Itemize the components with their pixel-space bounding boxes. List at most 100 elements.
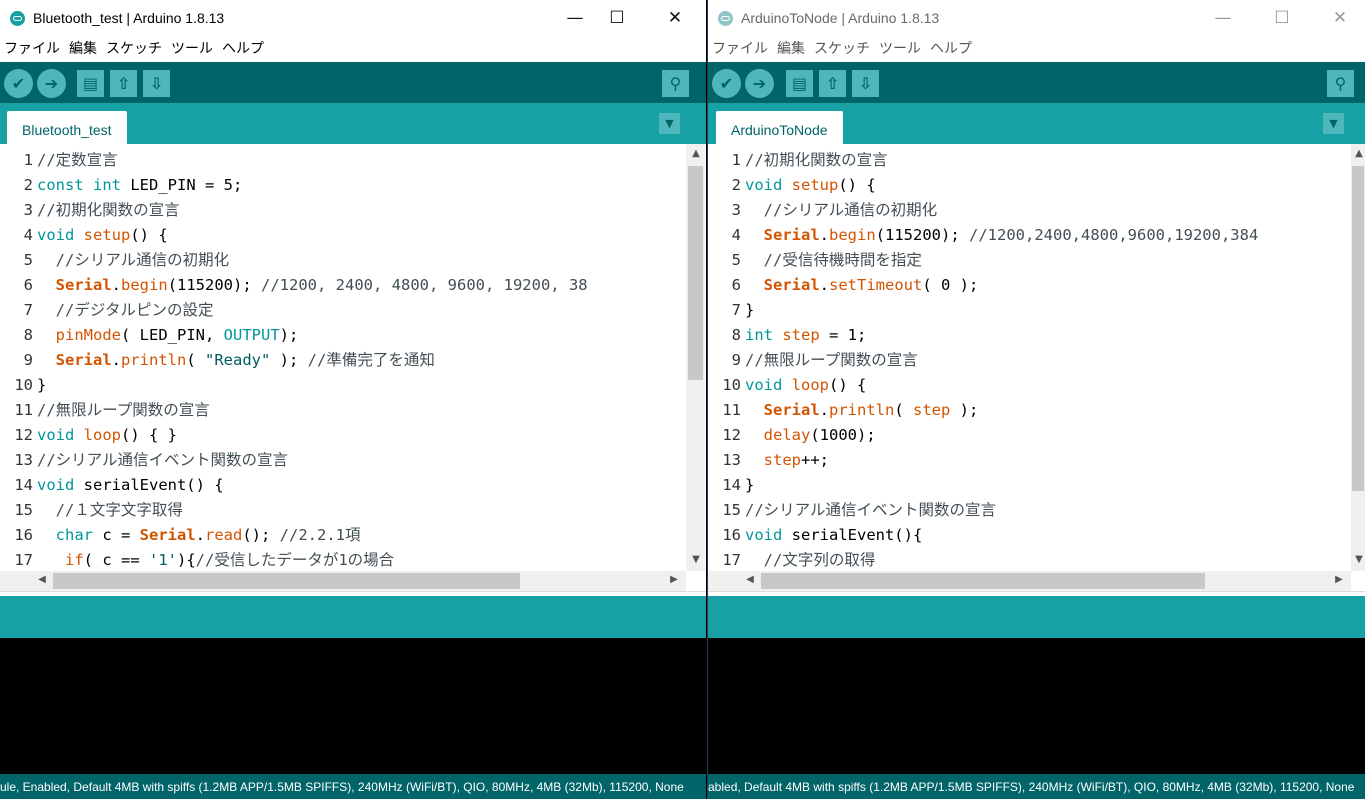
- tab-menu-button[interactable]: ▼: [1323, 113, 1344, 134]
- code-line[interactable]: //受信待機時間を指定: [745, 248, 1351, 273]
- scroll-right-icon[interactable]: ▶: [666, 574, 682, 585]
- code-line[interactable]: void loop() { }: [37, 423, 686, 448]
- title-bar[interactable]: Bluetooth_test | Arduino 1.8.13 — ☐ ✕: [0, 0, 706, 36]
- code-line[interactable]: }: [745, 298, 1351, 323]
- title-bar[interactable]: ArduinoToNode | Arduino 1.8.13 — ☐ ✕: [708, 0, 1365, 36]
- status-bar: [0, 596, 706, 638]
- code-editor[interactable]: 1 2 3 4 5 6 7 8 9 10 11 12 13 14 15 16 17 //初期化関数の宣言 void…: [708, 144, 1351, 571]
- code-line[interactable]: void loop() {: [745, 373, 1351, 398]
- code-line[interactable]: //１文字文字取得: [37, 498, 686, 523]
- menu-edit[interactable]: 編集: [777, 41, 805, 57]
- verify-button[interactable]: ✔: [4, 69, 33, 98]
- menu-help[interactable]: ヘルプ: [222, 41, 264, 57]
- code-line[interactable]: void setup() {: [37, 223, 686, 248]
- save-sketch-button[interactable]: ⇩: [143, 70, 170, 97]
- new-sketch-button[interactable]: ▤: [786, 70, 813, 97]
- maximize-button[interactable]: ☐: [1259, 0, 1305, 36]
- code-line[interactable]: pinMode( LED_PIN, OUTPUT);: [37, 323, 686, 348]
- code-line[interactable]: void serialEvent() {: [37, 473, 686, 498]
- line-number: 15: [14, 501, 33, 519]
- console-output[interactable]: [708, 638, 1365, 774]
- tab-arduino-to-node[interactable]: ArduinoToNode: [716, 111, 843, 144]
- code-line[interactable]: Serial.begin(115200); //1200, 2400, 4800…: [37, 273, 686, 298]
- code-line[interactable]: Serial.println( "Ready" ); //準備完了を通知: [37, 348, 686, 373]
- verify-button[interactable]: ✔: [712, 69, 741, 98]
- code-line[interactable]: void serialEvent(){: [745, 523, 1351, 548]
- menu-help[interactable]: ヘルプ: [930, 41, 972, 57]
- scroll-left-icon[interactable]: ◀: [742, 574, 758, 585]
- vertical-scrollbar[interactable]: ▲ ▼: [1351, 144, 1365, 571]
- menu-tools[interactable]: ツール: [171, 41, 213, 57]
- scroll-right-icon[interactable]: ▶: [1331, 574, 1347, 585]
- code-line[interactable]: step++;: [745, 448, 1351, 473]
- scroll-up-icon[interactable]: ▲: [1351, 148, 1365, 159]
- close-button[interactable]: ✕: [1317, 0, 1363, 36]
- line-number: 10: [722, 376, 741, 394]
- new-sketch-button[interactable]: ▤: [77, 70, 104, 97]
- code-line[interactable]: if( c == '1'){//受信したデータが1の場合: [37, 548, 686, 571]
- line-number: 17: [722, 551, 741, 569]
- save-sketch-button[interactable]: ⇩: [852, 70, 879, 97]
- code-token: Serial: [55, 351, 112, 369]
- code-line[interactable]: //シリアル通信イベント関数の宣言: [745, 498, 1351, 523]
- code-line[interactable]: Serial.begin(115200); //1200,2400,4800,9…: [745, 223, 1351, 248]
- scroll-left-icon[interactable]: ◀: [34, 574, 50, 585]
- minimize-button[interactable]: —: [1200, 0, 1246, 36]
- code-line[interactable]: }: [745, 473, 1351, 498]
- code-line[interactable]: //初期化関数の宣言: [745, 148, 1351, 173]
- menu-tools[interactable]: ツール: [879, 41, 921, 57]
- scroll-down-icon[interactable]: ▼: [688, 554, 704, 565]
- console-output[interactable]: [0, 638, 706, 774]
- code-token: setup: [83, 226, 131, 244]
- scroll-down-icon[interactable]: ▼: [1351, 554, 1365, 565]
- code-text[interactable]: //定数宣言 const int LED_PIN = 5; //初期化関数の宣言 vo…: [37, 148, 686, 571]
- code-line[interactable]: //無限ループ関数の宣言: [37, 398, 686, 423]
- scroll-up-icon[interactable]: ▲: [688, 148, 704, 159]
- maximize-button[interactable]: ☐: [594, 0, 640, 36]
- code-line[interactable]: Serial.setTimeout( 0 );: [745, 273, 1351, 298]
- menu-file[interactable]: ファイル: [712, 41, 768, 57]
- code-line[interactable]: //シリアル通信イベント関数の宣言: [37, 448, 686, 473]
- tab-bluetooth-test[interactable]: Bluetooth_test: [7, 111, 127, 144]
- code-line[interactable]: //初期化関数の宣言: [37, 198, 686, 223]
- vertical-scrollbar[interactable]: ▲ ▼: [686, 144, 705, 571]
- code-token: void: [745, 526, 783, 544]
- code-line[interactable]: //無限ループ関数の宣言: [745, 348, 1351, 373]
- scroll-thumb[interactable]: [688, 166, 703, 380]
- code-line[interactable]: //定数宣言: [37, 148, 686, 173]
- code-line[interactable]: delay(1000);: [745, 423, 1351, 448]
- horizontal-scrollbar[interactable]: ◀ ▶: [0, 571, 686, 591]
- code-text[interactable]: //初期化関数の宣言 void setup() { //シリアル通信の初期化 Se…: [745, 148, 1351, 571]
- tab-menu-button[interactable]: ▼: [659, 113, 680, 134]
- close-button[interactable]: ✕: [652, 0, 698, 36]
- code-editor[interactable]: 1 2 3 4 5 6 7 8 9 10 11 12 13 14 15 16 17 //定数宣言 const in…: [0, 144, 686, 571]
- code-line[interactable]: int step = 1;: [745, 323, 1351, 348]
- minimize-button[interactable]: —: [552, 0, 598, 36]
- code-line[interactable]: Serial.println( step );: [745, 398, 1351, 423]
- code-line[interactable]: //シリアル通信の初期化: [37, 248, 686, 273]
- scroll-thumb[interactable]: [53, 573, 520, 589]
- line-number: 8: [23, 326, 33, 344]
- serial-monitor-button[interactable]: ⚲: [662, 70, 689, 97]
- code-line[interactable]: //シリアル通信の初期化: [745, 198, 1351, 223]
- open-sketch-button[interactable]: ⇧: [110, 70, 137, 97]
- horizontal-scrollbar[interactable]: ◀ ▶: [708, 571, 1351, 591]
- code-line[interactable]: //デジタルピンの設定: [37, 298, 686, 323]
- open-sketch-button[interactable]: ⇧: [819, 70, 846, 97]
- code-line[interactable]: char c = Serial.read(); //2.2.1項: [37, 523, 686, 548]
- scroll-thumb[interactable]: [761, 573, 1205, 589]
- menu-sketch[interactable]: スケッチ: [106, 41, 162, 57]
- serial-monitor-button[interactable]: ⚲: [1327, 70, 1354, 97]
- line-number: 5: [23, 251, 33, 269]
- menu-edit[interactable]: 編集: [69, 41, 97, 57]
- code-line[interactable]: const int LED_PIN = 5;: [37, 173, 686, 198]
- menu-sketch[interactable]: スケッチ: [814, 41, 870, 57]
- line-number-gutter: 1 2 3 4 5 6 7 8 9 10 11 12 13 14 15 16 17: [708, 148, 741, 571]
- code-line[interactable]: void setup() {: [745, 173, 1351, 198]
- upload-button[interactable]: ➔: [37, 69, 66, 98]
- code-line[interactable]: //文字列の取得: [745, 548, 1351, 571]
- menu-file[interactable]: ファイル: [4, 41, 60, 57]
- code-line[interactable]: }: [37, 373, 686, 398]
- scroll-thumb[interactable]: [1352, 166, 1364, 491]
- upload-button[interactable]: ➔: [745, 69, 774, 98]
